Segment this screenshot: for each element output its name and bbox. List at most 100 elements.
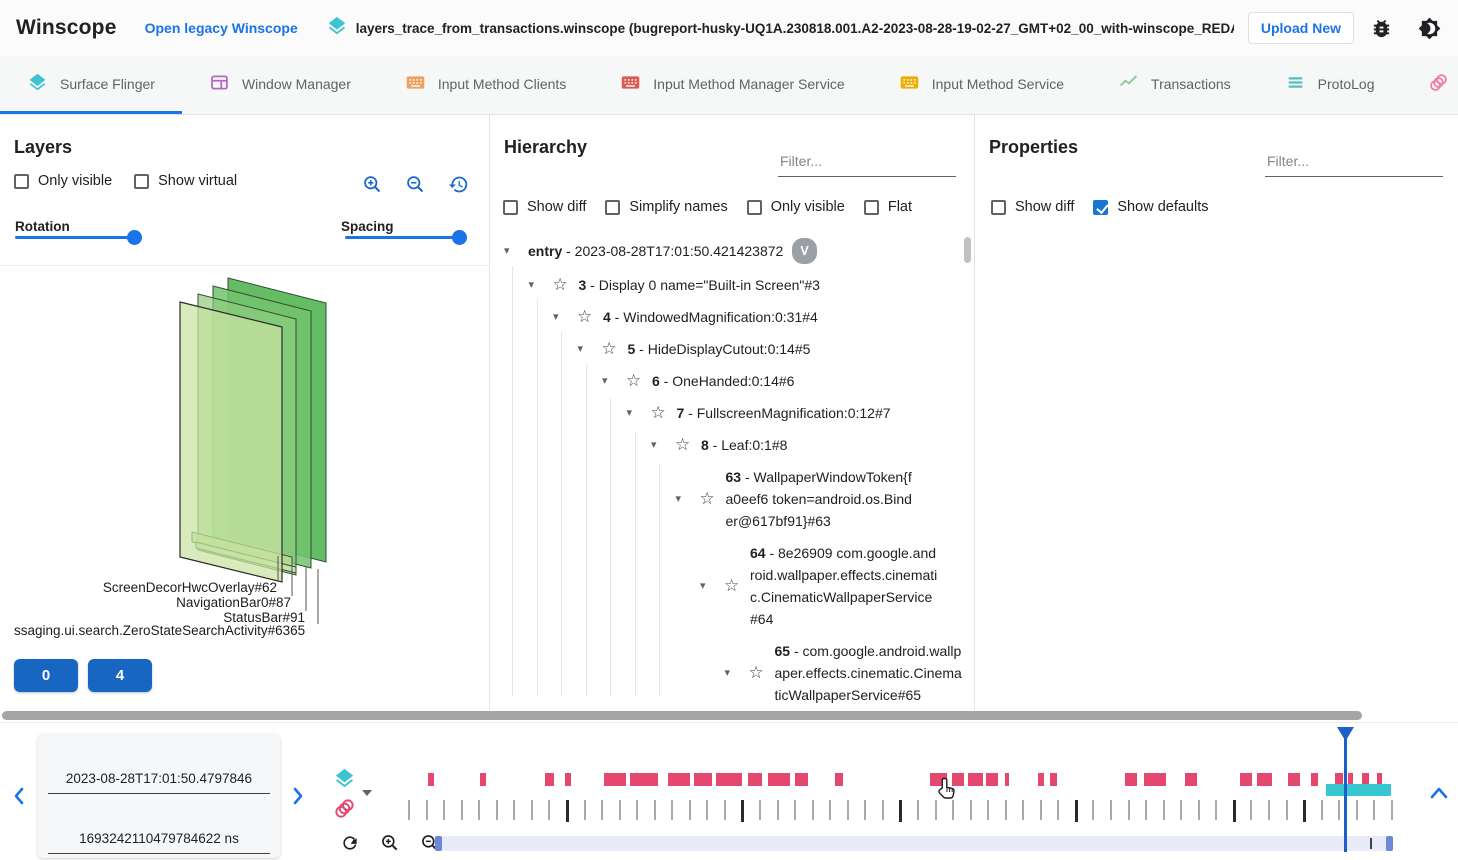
- expand-arrow-icon[interactable]: ▾: [602, 370, 626, 392]
- tab-window-manager[interactable]: Window Manager: [182, 56, 378, 114]
- horizontal-scrollbar[interactable]: [2, 711, 1362, 720]
- star-icon[interactable]: ☆: [577, 306, 603, 328]
- collapse-timeline-button[interactable]: [1428, 785, 1450, 806]
- reset-view-icon[interactable]: [448, 174, 469, 200]
- timeline-tick: [759, 800, 761, 820]
- spacing-slider-thumb[interactable]: [452, 230, 467, 245]
- expand-arrow-icon[interactable]: ▾: [578, 338, 602, 360]
- open-legacy-winscope-link[interactable]: Open legacy Winscope: [145, 20, 298, 36]
- timeline-tick: [741, 800, 744, 822]
- slider-handle-left[interactable]: [435, 836, 442, 851]
- divider: [0, 722, 1458, 723]
- checkbox-box[interactable]: [864, 200, 879, 215]
- timeline-tick: [443, 800, 445, 820]
- timeline-event-mark: [716, 773, 742, 786]
- checkbox-box[interactable]: [503, 200, 518, 215]
- layers-trace-icon[interactable]: [333, 767, 356, 795]
- expand-arrow-icon[interactable]: ▾: [529, 274, 553, 296]
- hierarchy-scrollbar[interactable]: [964, 237, 971, 263]
- checkbox-box[interactable]: [14, 174, 29, 189]
- checkbox-show-diff[interactable]: Show diff: [503, 199, 586, 215]
- tree-node[interactable]: ▾☆4 - WindowedMagnification:0:31#4: [490, 301, 962, 333]
- expand-arrow-icon[interactable]: ▾: [553, 306, 577, 328]
- checkbox-simplify-names[interactable]: Simplify names: [605, 199, 727, 215]
- expand-arrow-icon[interactable]: ▾: [725, 662, 749, 684]
- timeline-tick: [619, 800, 621, 820]
- checkbox-show-virtual[interactable]: Show virtual: [134, 173, 237, 189]
- checkbox-flat[interactable]: Flat: [864, 199, 912, 215]
- layers-icon: [27, 72, 48, 96]
- checkbox-label: Show defaults: [1117, 199, 1208, 215]
- rotation-slider-thumb[interactable]: [127, 230, 142, 245]
- bug-report-icon[interactable]: [1368, 15, 1394, 41]
- zoom-out-icon[interactable]: [405, 174, 426, 200]
- expand-arrow-icon[interactable]: ▾: [676, 488, 700, 510]
- tree-indent-guide: [537, 299, 538, 696]
- next-entry-button[interactable]: [291, 786, 305, 811]
- refresh-icon[interactable]: [340, 833, 360, 858]
- expand-arrow-icon[interactable]: ▾: [504, 240, 528, 262]
- tab-input-method-clients[interactable]: Input Method Clients: [378, 56, 593, 114]
- human-timestamp-input[interactable]: 2023-08-28T17:01:50.4797846: [48, 734, 270, 794]
- transitions-trace-icon[interactable]: [333, 797, 356, 825]
- expand-arrow-icon[interactable]: ▾: [627, 402, 651, 424]
- checkbox-show-diff[interactable]: Show diff: [991, 199, 1074, 215]
- timeline-tick: [548, 800, 550, 820]
- upload-new-button[interactable]: Upload New: [1248, 12, 1354, 44]
- tree-indent-guide: [635, 431, 636, 696]
- star-icon[interactable]: ☆: [602, 338, 628, 360]
- tree-node[interactable]: ▾☆3 - Display 0 name="Built-in Screen"#3: [490, 269, 962, 301]
- checkbox-box[interactable]: [134, 174, 149, 189]
- tab-surface-flinger[interactable]: Surface Flinger: [0, 56, 182, 114]
- slider-handle-right[interactable]: [1386, 836, 1393, 851]
- tab-input-method-service[interactable]: Input Method Service: [872, 56, 1091, 114]
- timeline-range-slider[interactable]: [435, 836, 1392, 851]
- timeline-tick: [1198, 800, 1200, 820]
- tree-node-label: 6 - OneHanded:0:14#6: [652, 370, 794, 392]
- timeline-selection-range[interactable]: [1326, 784, 1391, 796]
- tree-node-label: 64 - 8e26909 com.google.android.wallpape…: [750, 542, 940, 630]
- checkbox-box[interactable]: [1093, 200, 1108, 215]
- checkbox-only-visible[interactable]: Only visible: [747, 199, 845, 215]
- star-icon[interactable]: ☆: [675, 434, 701, 456]
- spacing-slider[interactable]: [345, 236, 460, 239]
- timeline-tick: [864, 800, 866, 820]
- star-icon[interactable]: ☆: [749, 662, 775, 684]
- zoom-in-icon[interactable]: [362, 174, 383, 200]
- display-button-0[interactable]: 0: [14, 659, 78, 692]
- properties-options: Show diff Show defaults: [991, 199, 1208, 215]
- ns-timestamp-input[interactable]: 1693242110479784622 ns: [48, 794, 270, 854]
- checkbox-box[interactable]: [991, 200, 1006, 215]
- timeline-cursor-handle[interactable]: [1336, 726, 1355, 747]
- layers-3d-canvas[interactable]: [0, 265, 489, 710]
- rotation-slider[interactable]: [15, 236, 135, 239]
- tab-transactions[interactable]: Transactions: [1091, 56, 1258, 114]
- layer-rect-label: ssaging.ui.search.ZeroStateSearchActivit…: [14, 623, 305, 638]
- properties-filter-input[interactable]: [1265, 149, 1443, 177]
- chevron-down-icon[interactable]: [362, 790, 372, 796]
- previous-entry-button[interactable]: [12, 786, 26, 811]
- checkbox-only-visible[interactable]: Only visible: [14, 173, 112, 189]
- expand-arrow-icon[interactable]: ▾: [700, 575, 724, 597]
- checkbox-box[interactable]: [605, 200, 620, 215]
- timeline-event-mark: [952, 773, 964, 786]
- dark-mode-icon[interactable]: [1416, 15, 1442, 41]
- expand-arrow-icon[interactable]: ▾: [651, 434, 675, 456]
- checkbox-show-defaults[interactable]: Show defaults: [1093, 199, 1208, 215]
- star-icon[interactable]: ☆: [651, 402, 677, 424]
- star-icon[interactable]: ☆: [724, 575, 750, 597]
- checkbox-box[interactable]: [747, 200, 762, 215]
- tab-transitions[interactable]: Transitions: [1401, 56, 1458, 114]
- slider-position-tick: [1370, 838, 1372, 849]
- timeline-event-mark: [1144, 773, 1166, 786]
- tab-input-method-manager-service[interactable]: Input Method Manager Service: [593, 56, 871, 114]
- timeline-tick: [952, 800, 954, 820]
- tree-node[interactable]: ▾entry - 2023-08-28T17:01:50.421423872V: [490, 233, 962, 269]
- star-icon[interactable]: ☆: [553, 274, 579, 296]
- star-icon[interactable]: ☆: [626, 370, 652, 392]
- zoom-in-icon[interactable]: [380, 833, 400, 858]
- tab-protolog[interactable]: ProtoLog: [1258, 56, 1402, 114]
- star-icon[interactable]: ☆: [700, 488, 726, 510]
- display-button-4[interactable]: 4: [88, 659, 152, 692]
- hierarchy-filter-input[interactable]: [778, 149, 956, 177]
